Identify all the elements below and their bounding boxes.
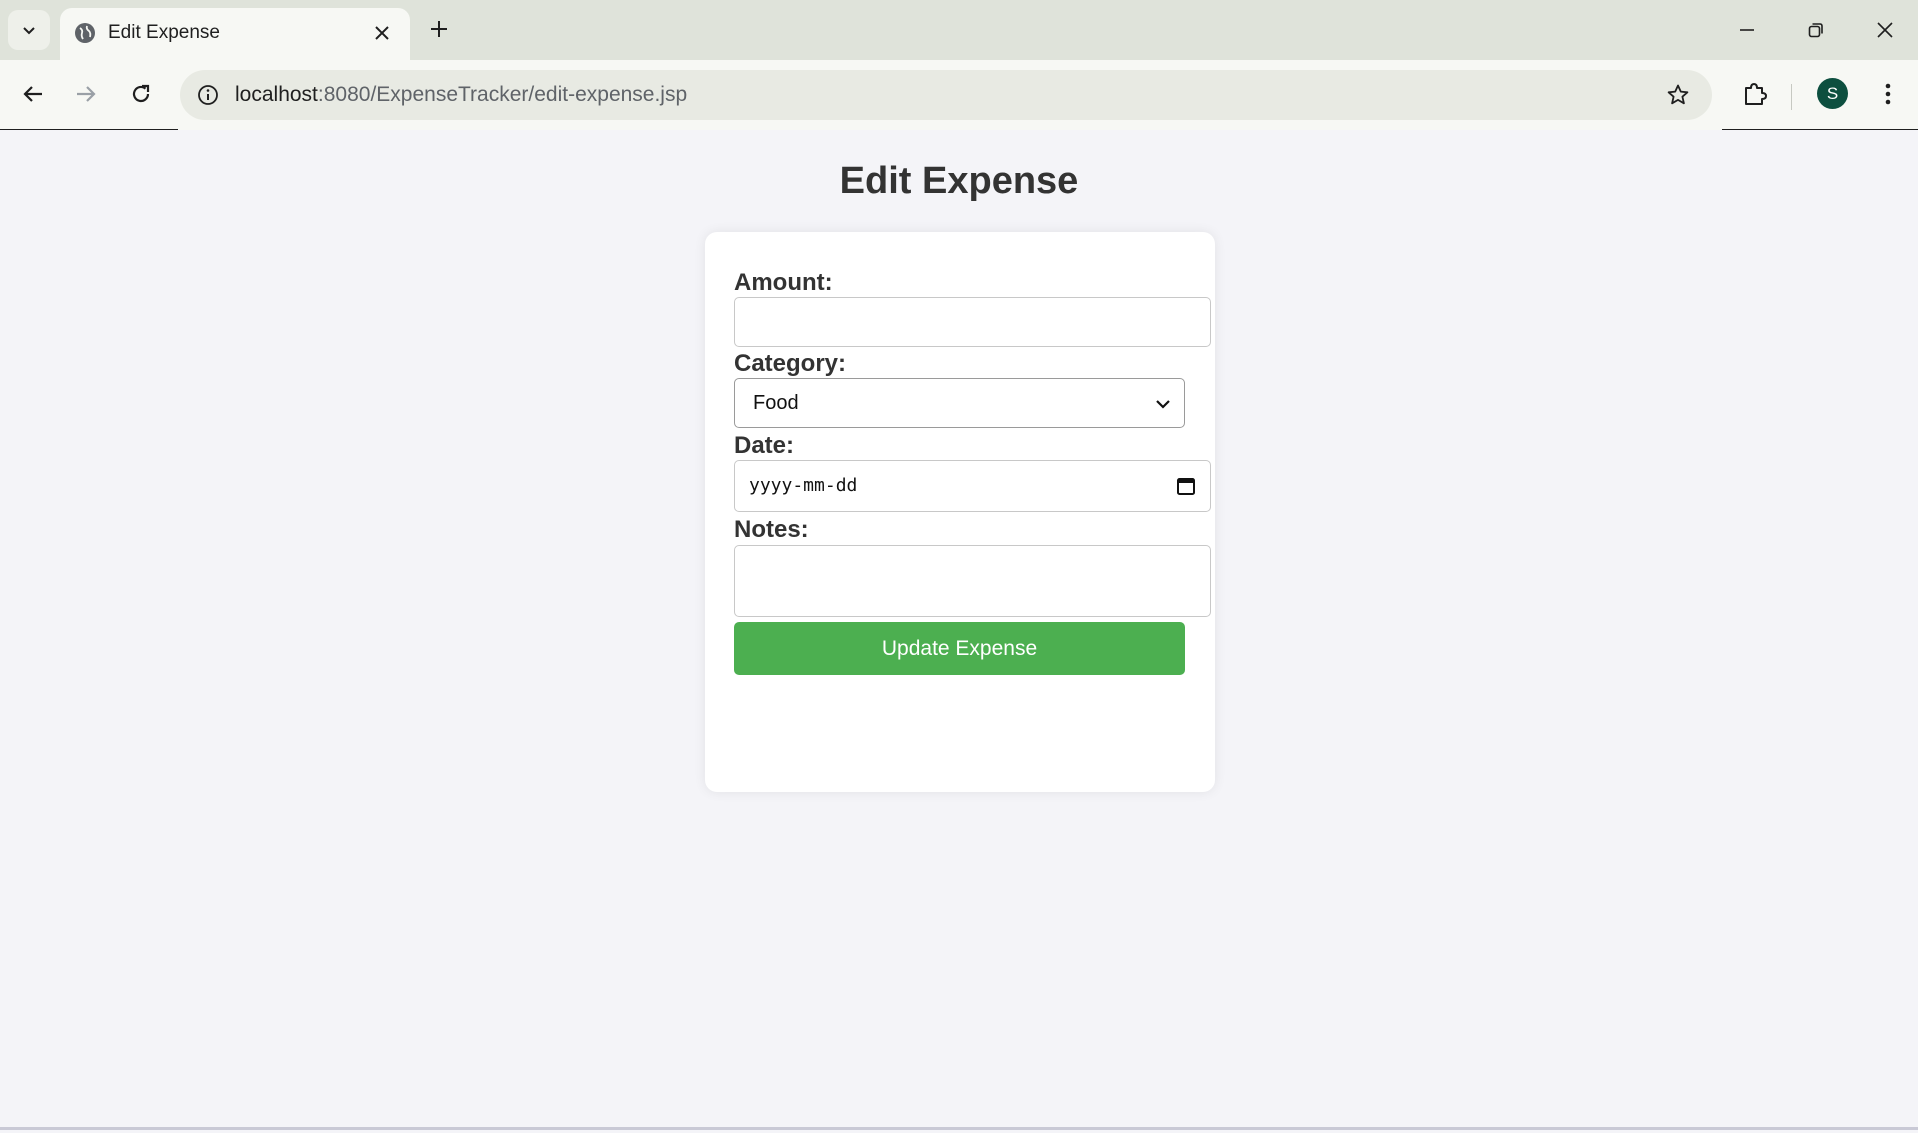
minimize-button[interactable]	[1727, 10, 1767, 50]
category-selected-value: Food	[753, 392, 799, 414]
star-icon	[1667, 84, 1689, 105]
notes-label: Notes:	[734, 516, 809, 543]
tab-active[interactable]: Edit Expense	[60, 8, 410, 60]
edit-expense-form: Amount: Category: Food Date: yyyy-mm-dd …	[705, 232, 1215, 792]
bookmark-button[interactable]	[1662, 79, 1694, 111]
amount-input[interactable]	[734, 297, 1211, 347]
restore-icon	[1808, 23, 1823, 38]
update-expense-button[interactable]: Update Expense	[734, 622, 1185, 675]
date-placeholder: yyyy-mm-dd	[749, 475, 858, 496]
url-text[interactable]: localhost:8080/ExpenseTracker/edit-expen…	[235, 83, 687, 107]
arrow-right-icon	[77, 86, 96, 102]
plus-icon	[431, 21, 447, 37]
globe-icon	[75, 23, 95, 43]
reload-icon	[132, 84, 150, 103]
page-title: Edit Expense	[839, 160, 1079, 202]
site-info-button[interactable]	[192, 79, 224, 111]
url-host: localhost	[235, 83, 318, 106]
restore-button[interactable]	[1796, 10, 1836, 50]
toolbar-divider	[1791, 84, 1792, 110]
chevron-down-icon	[23, 27, 35, 35]
puzzle-icon	[1745, 83, 1767, 105]
tab-strip: Edit Expense	[0, 0, 1918, 60]
minimize-icon	[1740, 29, 1754, 31]
browser-toolbar: localhost:8080/ExpenseTracker/edit-expen…	[0, 60, 1918, 130]
notes-textarea[interactable]	[734, 545, 1211, 617]
browser-menu-button[interactable]	[1868, 74, 1908, 114]
date-input[interactable]: yyyy-mm-dd	[734, 460, 1211, 512]
calendar-icon[interactable]	[1176, 476, 1196, 496]
arrow-left-icon	[23, 86, 42, 102]
amount-label: Amount:	[734, 269, 833, 296]
close-icon	[1877, 22, 1893, 38]
category-select[interactable]: Food	[734, 378, 1185, 428]
tab-title: Edit Expense	[108, 22, 220, 43]
reload-button[interactable]	[121, 74, 161, 114]
category-label: Category:	[734, 350, 847, 377]
profile-avatar[interactable]: S	[1817, 78, 1848, 109]
forward-button[interactable]	[66, 74, 106, 114]
tab-search-button[interactable]	[8, 10, 50, 50]
address-bar[interactable]: localhost:8080/ExpenseTracker/edit-expen…	[180, 70, 1712, 120]
new-tab-button[interactable]	[422, 12, 456, 46]
kebab-menu-icon	[1885, 83, 1891, 105]
url-path: :8080/ExpenseTracker/edit-expense.jsp	[317, 83, 688, 106]
page-content: Edit Expense Amount: Category: Food Date…	[0, 130, 1918, 1127]
tab-close-button[interactable]	[368, 19, 396, 47]
chevron-down-icon	[1156, 400, 1170, 409]
back-button[interactable]	[13, 74, 53, 114]
date-label: Date:	[734, 432, 795, 459]
page-bottom-border	[0, 1127, 1918, 1130]
info-icon	[198, 85, 218, 105]
close-window-button[interactable]	[1865, 10, 1905, 50]
close-icon	[375, 26, 389, 40]
extensions-button[interactable]	[1735, 74, 1775, 114]
